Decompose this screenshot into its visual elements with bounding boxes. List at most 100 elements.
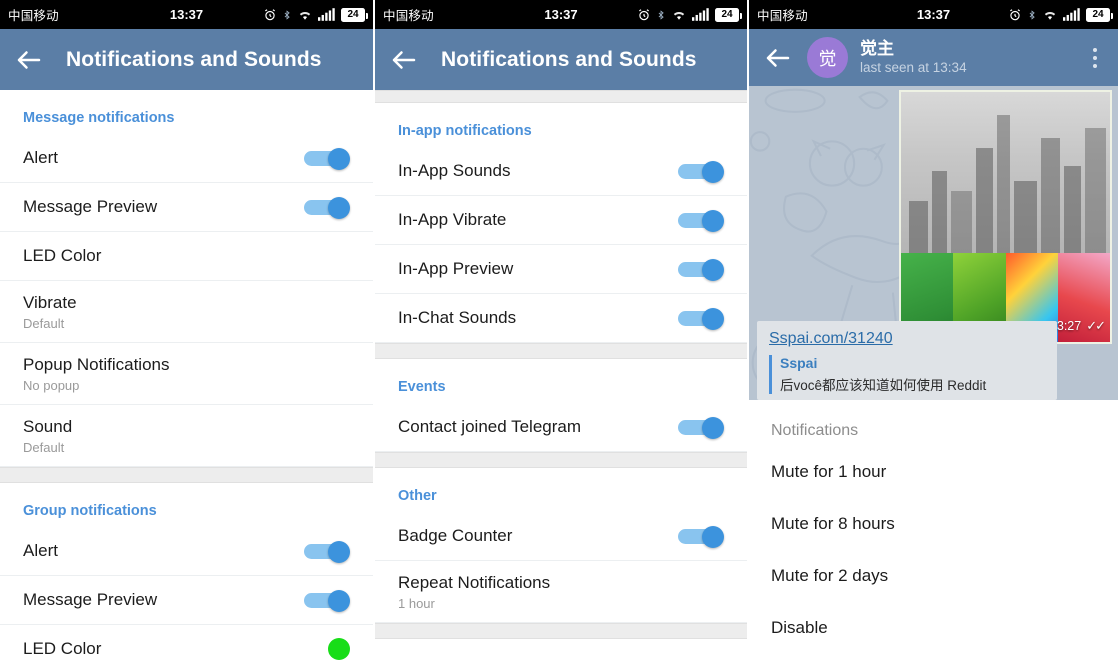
setting-row-alert[interactable]: Alert [0,134,373,183]
chat-header-info[interactable]: 觉主 last seen at 13:34 [860,39,967,76]
carrier-label: 中国移动 [383,9,434,23]
page-title: Notifications and Sounds [441,47,697,71]
chat-message-area: 13:27 ✓✓ Sspai.com/31240 Sspai 后você都应该知… [749,86,1118,400]
section-header-other: Other [398,488,437,504]
row-title: LED Color [23,639,102,658]
carrier-label: 中国移动 [8,9,59,23]
wifi-icon [673,12,685,20]
settings-list-2: In-app notifications In-App Sounds In-Ap… [375,103,747,661]
link-preview-card[interactable]: Sspai.com/31240 Sspai 后você都应该知道如何使用 Red… [757,321,1057,400]
toggle-inchat-sounds[interactable] [678,307,724,330]
setting-row-repeat-notifications[interactable]: Repeat Notifications 1 hour [375,561,747,623]
row-subtitle: No popup [23,377,80,393]
row-title: Contact joined Telegram [398,417,582,436]
setting-row-group-led-color[interactable]: LED Color [0,625,373,661]
page-title: Notifications and Sounds [66,47,322,71]
alarm-icon [265,8,275,20]
setting-row-group-message-preview[interactable]: Message Preview [0,576,373,625]
toggle-inapp-sounds[interactable] [678,160,724,183]
overflow-menu-icon[interactable] [1082,39,1108,77]
menu-item-mute-8-hours[interactable]: Mute for 8 hours [749,498,1118,550]
menu-item-mute-1-hour[interactable]: Mute for 1 hour [749,446,1118,498]
read-receipt-icon: ✓✓ [1086,318,1106,333]
toggle-group-alert[interactable] [304,540,350,563]
avatar[interactable]: 觉 [807,37,848,78]
row-title: Alert [23,541,58,560]
link-description: 后você都应该知道如何使用 Reddit [780,378,987,393]
row-title: Repeat Notifications [398,572,551,592]
panel-chat-notifications-menu: 中国移动 13:37 24 觉 觉主 last seen at 13:34 13… [747,0,1118,661]
toggle-alert[interactable] [304,147,350,170]
row-title: In-Chat Sounds [398,308,517,327]
message-meta: 13:27 ✓✓ [1050,318,1106,334]
row-title: Sound [23,416,73,436]
led-color-swatch[interactable] [328,638,350,660]
row-subtitle: Default [23,315,65,331]
settings-list-1: Message notifications Alert Message Prev… [0,90,373,661]
photo-message-bubble[interactable]: 13:27 ✓✓ [899,90,1112,344]
setting-row-inapp-preview[interactable]: In-App Preview [375,245,747,294]
signal-icon [1063,8,1080,21]
status-bar: 中国移动 13:37 24 [375,0,747,29]
toggle-inapp-vibrate[interactable] [678,209,724,232]
setting-row-message-preview[interactable]: Message Preview [0,183,373,232]
section-header-group-notifications: Group notifications [23,503,157,519]
back-arrow-icon[interactable] [763,43,793,73]
back-arrow-icon[interactable] [389,45,419,75]
panel-inapp-events-other: 中国移动 13:37 24 Notifications and Sounds I… [373,0,747,661]
toggle-badge-counter[interactable] [678,525,724,548]
alarm-icon [639,8,649,20]
toggle-message-preview[interactable] [304,196,350,219]
bluetooth-icon [1029,9,1035,20]
panel-message-group-notifications: 中国移动 13:37 24 Notifications and Sounds M… [0,0,373,661]
status-bar: 中国移动 13:37 24 [0,0,373,29]
section-header-message-notifications: Message notifications [23,110,175,126]
menu-item-disable[interactable]: Disable [749,602,1118,654]
signal-icon [692,8,709,21]
contact-status: last seen at 13:34 [860,60,967,76]
row-title: Message Preview [23,197,158,216]
setting-row-inchat-sounds[interactable]: In-Chat Sounds [375,294,747,343]
row-title: Alert [23,148,58,167]
row-subtitle: 1 hour [398,595,435,611]
section-divider [375,452,747,468]
top-spacer [375,90,747,103]
setting-row-led-color[interactable]: LED Color [0,232,373,281]
row-title: Badge Counter [398,526,513,545]
setting-row-contact-joined[interactable]: Contact joined Telegram [375,403,747,452]
setting-row-inapp-vibrate[interactable]: In-App Vibrate [375,196,747,245]
bluetooth-icon [658,9,664,20]
link-site-name: Sspai [780,355,818,371]
row-title: Vibrate [23,292,77,312]
setting-row-vibrate[interactable]: Vibrate Default [0,281,373,343]
section-divider [375,343,747,359]
notifications-menu-sheet: Notifications Mute for 1 hour Mute for 8… [749,400,1118,654]
contact-name: 觉主 [860,39,894,59]
alarm-icon [1010,8,1020,20]
section-header-inapp-notifications: In-app notifications [398,123,532,139]
toggle-group-message-preview[interactable] [304,589,350,612]
photo-city-skyline [901,92,1110,257]
status-bar: 中国移动 13:37 24 [749,0,1118,29]
row-title: Popup Notifications [23,354,170,374]
row-title: In-App Preview [398,259,514,278]
menu-item-mute-2-days[interactable]: Mute for 2 days [749,550,1118,602]
menu-title: Notifications [771,422,859,439]
app-bar: Notifications and Sounds [375,29,747,90]
row-title: In-App Sounds [398,161,511,180]
setting-row-badge-counter[interactable]: Badge Counter [375,512,747,561]
back-arrow-icon[interactable] [14,45,44,75]
setting-row-sound[interactable]: Sound Default [0,405,373,467]
setting-row-inapp-sounds[interactable]: In-App Sounds [375,147,747,196]
link-url[interactable]: Sspai.com/31240 [769,330,1045,348]
toggle-contact-joined[interactable] [678,416,724,439]
row-title: LED Color [23,246,102,265]
setting-row-popup-notifications[interactable]: Popup Notifications No popup [0,343,373,405]
setting-row-group-alert[interactable]: Alert [0,527,373,576]
wifi-icon [299,12,311,20]
setting-row-reset[interactable]: Reset [375,639,747,661]
section-divider [0,467,373,483]
app-bar: Notifications and Sounds [0,29,373,90]
carrier-label: 中国移动 [757,9,808,23]
toggle-inapp-preview[interactable] [678,258,724,281]
